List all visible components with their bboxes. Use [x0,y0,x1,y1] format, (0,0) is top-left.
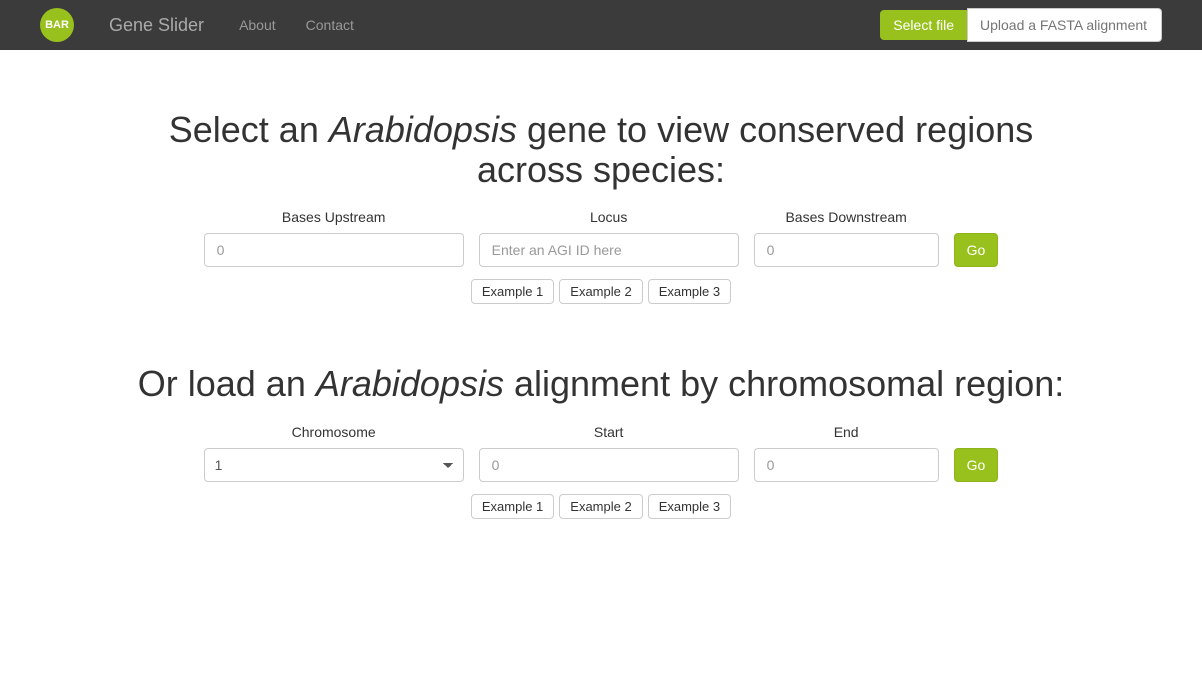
bar-logo[interactable]: BAR [40,8,74,42]
gene-example-1-button[interactable]: Example 1 [471,279,554,304]
locus-group: Locus [479,209,739,267]
title-italic: Arabidopsis [329,109,517,150]
region-example-2-button[interactable]: Example 2 [559,494,642,519]
gene-form-row: Bases Upstream Locus Bases Downstream Go [131,209,1071,267]
region-examples-row: Example 1 Example 2 Example 3 [131,494,1071,519]
title2-text-2: alignment by chromosomal region: [504,363,1064,404]
gene-go-button[interactable]: Go [954,233,999,267]
navbar-right: Select file [880,8,1162,42]
chromosome-select[interactable]: 1 [204,448,464,482]
navbar: BAR Gene Slider About Contact Select fil… [0,0,1202,50]
main-container: Select an Arabidopsis gene to view conse… [116,110,1086,519]
downstream-input[interactable] [754,233,939,267]
end-group: End [754,424,939,482]
select-file-button[interactable]: Select file [880,10,967,40]
gene-examples-row: Example 1 Example 2 Example 3 [131,279,1071,304]
start-group: Start [479,424,739,482]
region-example-1-button[interactable]: Example 1 [471,494,554,519]
start-label: Start [594,424,624,440]
title-text: Select an [169,109,329,150]
region-go-button[interactable]: Go [954,448,999,482]
upstream-input[interactable] [204,233,464,267]
brand-link[interactable]: Gene Slider [109,15,204,36]
title-text-2: gene to view conserved regions across sp… [477,109,1033,190]
end-input[interactable] [754,448,939,482]
chromosome-label: Chromosome [292,424,376,440]
section2-title: Or load an Arabidopsis alignment by chro… [131,364,1071,404]
downstream-label: Bases Downstream [785,209,906,225]
downstream-group: Bases Downstream [754,209,939,267]
title2-italic: Arabidopsis [316,363,504,404]
section1-title: Select an Arabidopsis gene to view conse… [131,110,1071,189]
region-example-3-button[interactable]: Example 3 [648,494,731,519]
start-input[interactable] [479,448,739,482]
locus-input[interactable] [479,233,739,267]
nav-about[interactable]: About [224,2,291,48]
gene-example-2-button[interactable]: Example 2 [559,279,642,304]
navbar-left: BAR Gene Slider About Contact [15,2,369,48]
region-form-row: Chromosome 1 Start End Go [131,424,1071,482]
chromosome-group: Chromosome 1 [204,424,464,482]
logo-text: BAR [45,19,69,31]
upstream-label: Bases Upstream [282,209,385,225]
gene-example-3-button[interactable]: Example 3 [648,279,731,304]
upstream-group: Bases Upstream [204,209,464,267]
nav-contact[interactable]: Contact [291,2,369,48]
locus-label: Locus [590,209,627,225]
end-label: End [834,424,859,440]
upload-fasta-input[interactable] [967,8,1162,42]
title2-text: Or load an [138,363,316,404]
